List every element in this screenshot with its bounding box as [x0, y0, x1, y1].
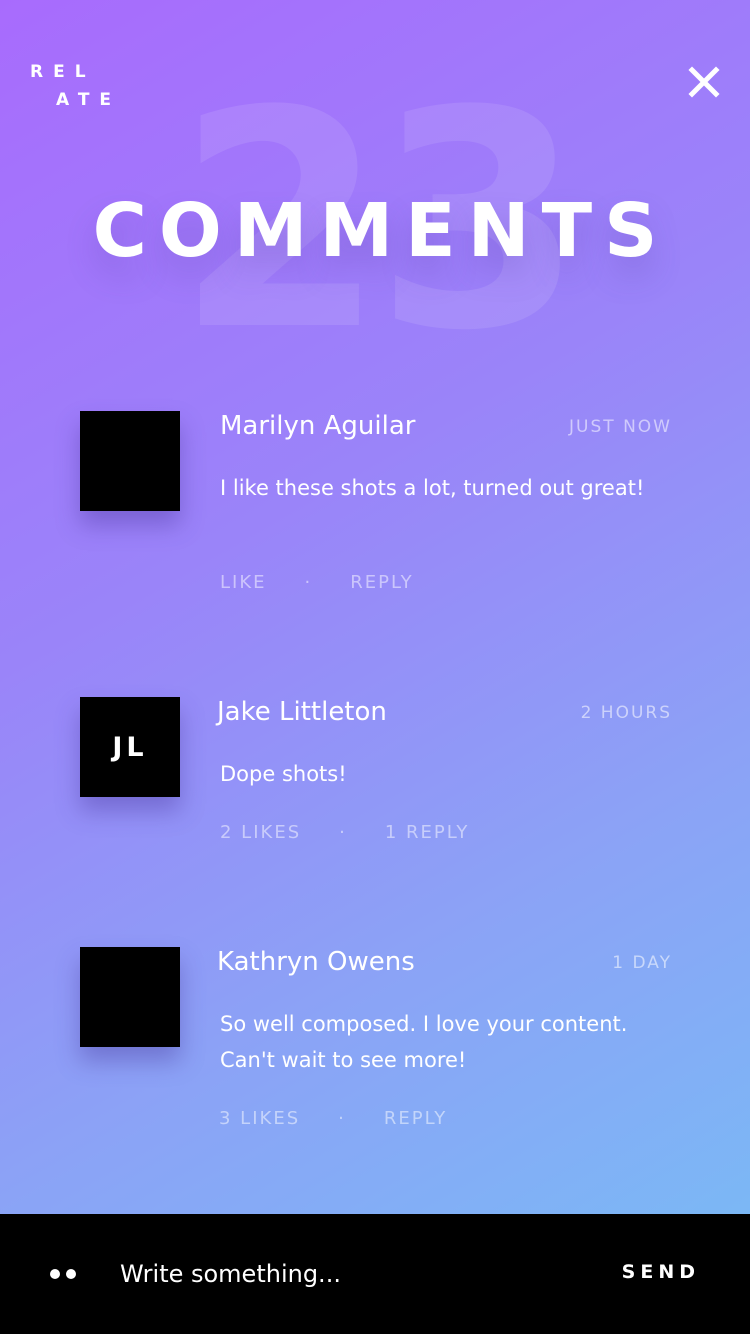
comment-actions: 3 LIKES · REPLY	[219, 1108, 447, 1129]
dot	[66, 1269, 76, 1279]
reply-button[interactable]: 1 REPLY	[385, 822, 470, 843]
reply-button[interactable]: REPLY	[384, 1108, 447, 1129]
comment-timestamp: 2 HOURS	[580, 703, 672, 723]
comment-text: I like these shots a lot, turned out gre…	[220, 476, 645, 500]
like-button[interactable]: LIKE	[220, 572, 267, 593]
page-title: COMMENTS	[92, 188, 670, 274]
more-dots-icon[interactable]	[50, 1267, 80, 1281]
comment-input[interactable]	[120, 1252, 580, 1296]
comment-composer: SEND	[0, 1214, 750, 1334]
comment-item: Marilyn Aguilar JUST NOW I like these sh…	[80, 411, 672, 601]
comment-author[interactable]: Jake Littleton	[217, 697, 387, 727]
action-separator: ·	[339, 822, 347, 843]
action-separator: ·	[304, 572, 313, 593]
like-button[interactable]: 3 LIKES	[219, 1108, 300, 1129]
dot	[50, 1269, 60, 1279]
comment-author[interactable]: Kathryn Owens	[217, 947, 415, 977]
avatar[interactable]	[80, 411, 180, 511]
comment-author[interactable]: Marilyn Aguilar	[220, 411, 415, 441]
like-button[interactable]: 2 LIKES	[220, 822, 301, 843]
avatar[interactable]: JL	[80, 697, 180, 797]
comment-item: Kathryn Owens 1 DAY So well composed. I …	[80, 947, 672, 1137]
send-button[interactable]: SEND	[622, 1261, 700, 1283]
reply-button[interactable]: REPLY	[350, 572, 413, 593]
comment-actions: 2 LIKES · 1 REPLY	[220, 822, 469, 843]
comment-actions: LIKE · REPLY	[220, 572, 414, 593]
avatar[interactable]	[80, 947, 180, 1047]
comment-item: JL Jake Littleton 2 HOURS Dope shots! 2 …	[80, 697, 672, 847]
comment-text: So well composed. I love your content. C…	[220, 1012, 628, 1072]
action-separator: ·	[338, 1108, 346, 1129]
comment-text: Dope shots!	[220, 762, 347, 786]
comment-timestamp: 1 DAY	[612, 953, 672, 973]
comment-timestamp: JUST NOW	[569, 417, 672, 437]
